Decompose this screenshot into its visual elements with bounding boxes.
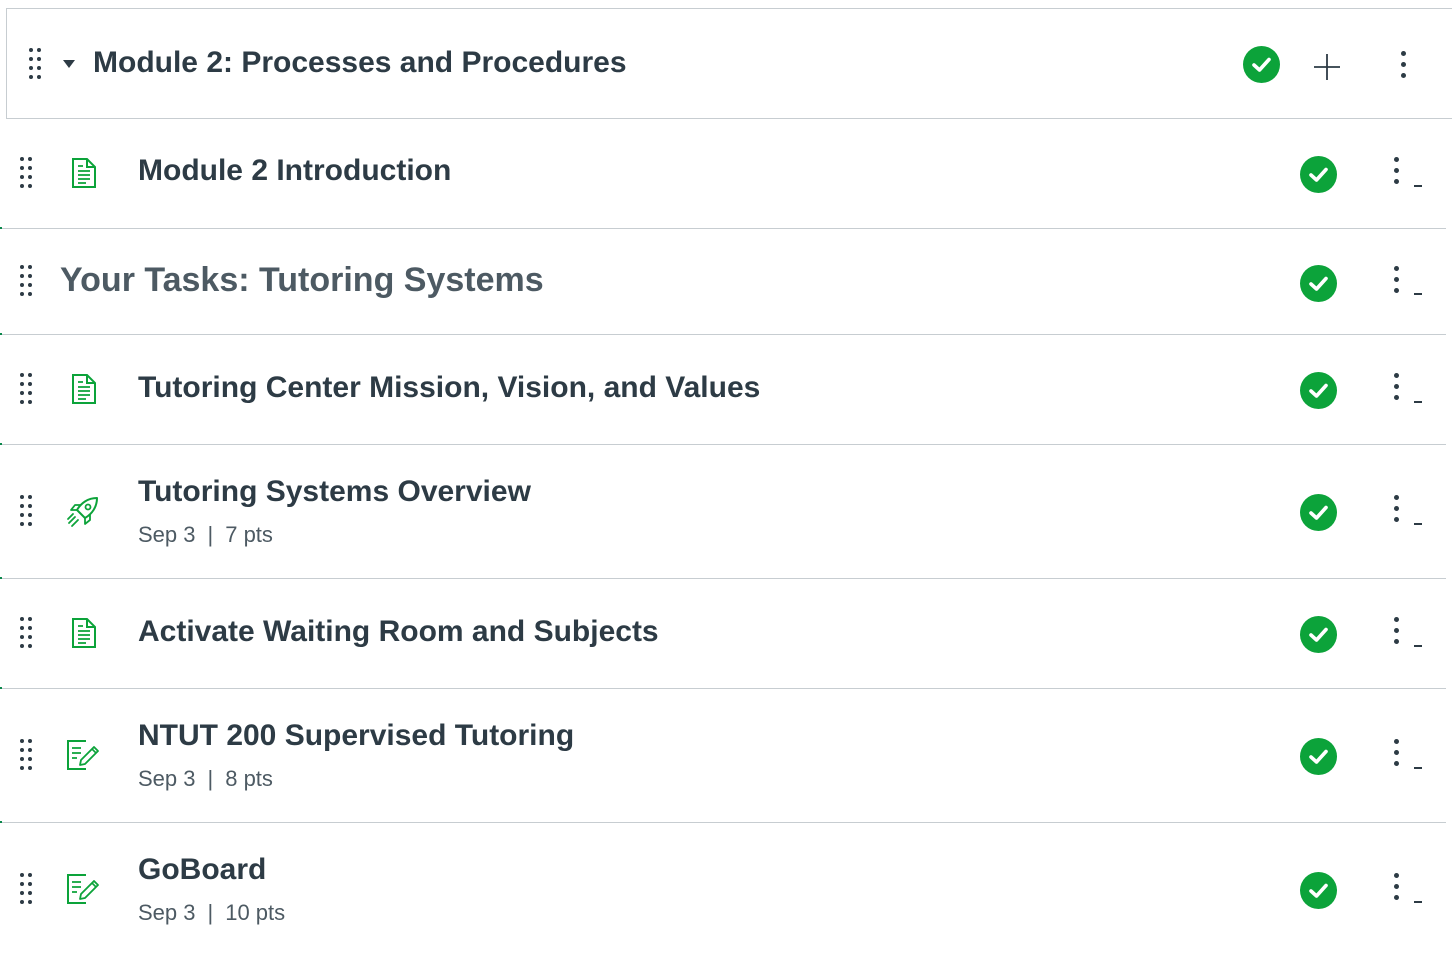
item-options-kebab-icon[interactable]	[1388, 873, 1404, 907]
document-icon	[72, 158, 96, 188]
item-options-kebab-icon[interactable]	[1388, 157, 1404, 191]
drag-handle-icon[interactable]	[18, 265, 36, 297]
indent-dash-icon	[1414, 767, 1422, 769]
meta-separator: |	[207, 900, 214, 925]
document-icon	[72, 618, 96, 648]
indent-dash-icon	[1414, 523, 1422, 525]
document-icon	[72, 374, 96, 404]
due-date: Sep 3	[138, 900, 196, 925]
item-options-kebab-icon[interactable]	[1388, 739, 1404, 773]
published-check-icon[interactable]	[1300, 872, 1337, 909]
module-item-row[interactable]: Module 2 Introduction	[0, 119, 1446, 229]
published-check-icon[interactable]	[1300, 616, 1337, 653]
module-title: Module 2: Processes and Procedures	[93, 46, 627, 79]
indent-dash-icon	[1414, 293, 1422, 295]
subheader-title: Your Tasks: Tutoring Systems	[60, 261, 544, 299]
published-check-icon[interactable]	[1300, 494, 1337, 531]
module-options-kebab-icon[interactable]	[1395, 51, 1411, 85]
item-meta: Sep 3 | 8 pts	[138, 766, 273, 792]
published-check-icon[interactable]	[1243, 46, 1280, 83]
points: 8 pts	[225, 766, 273, 791]
drag-handle-icon[interactable]	[27, 48, 45, 80]
item-title-link[interactable]: Module 2 Introduction	[138, 154, 451, 188]
assignment-icon	[67, 874, 99, 904]
item-title-link[interactable]: Tutoring Systems Overview	[138, 475, 531, 509]
module-item-row[interactable]: GoBoard Sep 3 | 10 pts	[0, 823, 1446, 953]
item-options-kebab-icon[interactable]	[1388, 373, 1404, 407]
published-check-icon[interactable]	[1300, 738, 1337, 775]
drag-handle-icon[interactable]	[18, 873, 36, 905]
published-check-icon[interactable]	[1300, 372, 1337, 409]
drag-handle-icon[interactable]	[18, 617, 36, 649]
module-item-row[interactable]: Activate Waiting Room and Subjects	[0, 579, 1446, 689]
meta-separator: |	[207, 522, 214, 547]
item-options-kebab-icon[interactable]	[1388, 495, 1404, 529]
item-options-kebab-icon[interactable]	[1388, 266, 1404, 300]
drag-handle-icon[interactable]	[18, 739, 36, 771]
module-subheader-row[interactable]: Your Tasks: Tutoring Systems	[0, 229, 1446, 335]
drag-handle-icon[interactable]	[18, 495, 36, 527]
item-title-link[interactable]: NTUT 200 Supervised Tutoring	[138, 719, 574, 753]
item-options-kebab-icon[interactable]	[1388, 617, 1404, 651]
item-title-link[interactable]: Tutoring Center Mission, Vision, and Val…	[138, 371, 760, 405]
indent-dash-icon	[1414, 401, 1422, 403]
item-meta: Sep 3 | 10 pts	[138, 900, 285, 926]
rocket-icon	[67, 497, 98, 527]
indent-dash-icon	[1414, 185, 1422, 187]
indent-dash-icon	[1414, 645, 1422, 647]
module-item-row[interactable]: Tutoring Systems Overview Sep 3 | 7 pts	[0, 445, 1446, 579]
indent-dash-icon	[1414, 901, 1422, 903]
caret-down-icon[interactable]	[62, 59, 76, 69]
meta-separator: |	[207, 766, 214, 791]
due-date: Sep 3	[138, 522, 196, 547]
drag-handle-icon[interactable]	[18, 157, 36, 189]
item-title-link[interactable]: Activate Waiting Room and Subjects	[138, 615, 659, 649]
points: 10 pts	[225, 900, 286, 925]
item-meta: Sep 3 | 7 pts	[138, 522, 273, 548]
module-header[interactable]: Module 2: Processes and Procedures	[7, 9, 1452, 119]
module-item-row[interactable]: NTUT 200 Supervised Tutoring Sep 3 | 8 pts	[0, 689, 1446, 823]
add-item-plus-icon[interactable]	[1313, 53, 1341, 81]
drag-handle-icon[interactable]	[18, 373, 36, 405]
assignment-icon	[67, 740, 99, 770]
published-check-icon[interactable]	[1300, 265, 1337, 302]
points: 7 pts	[225, 522, 273, 547]
module-item-row[interactable]: Tutoring Center Mission, Vision, and Val…	[0, 335, 1446, 445]
due-date: Sep 3	[138, 766, 196, 791]
published-check-icon[interactable]	[1300, 156, 1337, 193]
item-title-link[interactable]: GoBoard	[138, 853, 266, 887]
